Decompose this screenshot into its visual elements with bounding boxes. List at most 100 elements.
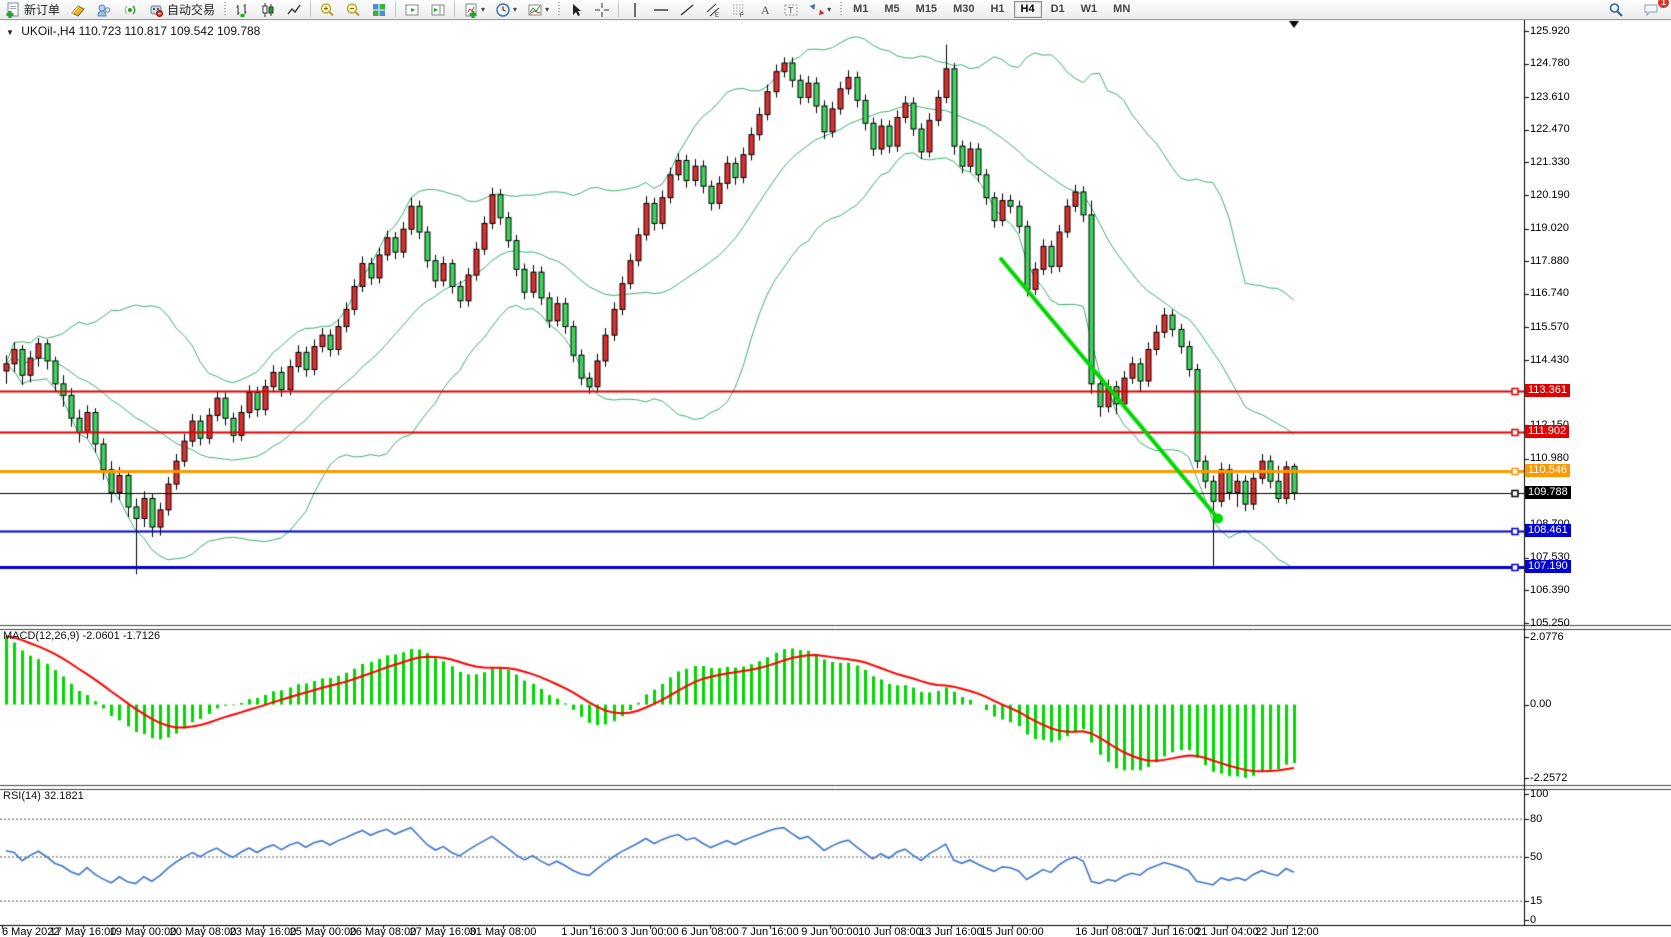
- bar-chart-type-button[interactable]: [230, 0, 254, 19]
- text-label-icon: T: [783, 2, 799, 18]
- time-tick-label: 25 May 00:00: [290, 926, 357, 937]
- time-tick-label: 20 May 08:00: [170, 926, 237, 937]
- price-line-badge: 113.361: [1525, 384, 1570, 397]
- time-tick-label: 7 Jun 16:00: [741, 926, 799, 937]
- templates-button[interactable]: ▾: [523, 0, 553, 19]
- candle-chart-type-button[interactable]: [256, 0, 280, 19]
- channel-tool-button[interactable]: E: [701, 0, 725, 19]
- notifications-button[interactable]: 1: [1639, 0, 1664, 19]
- time-tick-label: 13 Jun 16:00: [919, 926, 983, 937]
- market-watch-button[interactable]: [92, 0, 116, 19]
- autotrade-button[interactable]: 自动交易: [144, 0, 219, 19]
- trendline-icon: [679, 2, 695, 18]
- new-order-icon: [5, 2, 21, 18]
- time-tick-label: 9 Jun 00:00: [801, 926, 859, 937]
- new-order-label: 新订单: [24, 1, 60, 18]
- search-icon: [1608, 2, 1624, 18]
- price-line-badge: 110.546: [1525, 464, 1570, 477]
- price-line-badge: 108.461: [1525, 524, 1571, 537]
- equidistant-channel-icon: E: [705, 2, 721, 18]
- price-tick-label: 122.470: [1530, 123, 1570, 135]
- time-tick-label: 27 May 16:00: [410, 926, 477, 937]
- candlestick-icon: [260, 2, 276, 18]
- timeframe-M5[interactable]: M5: [877, 1, 906, 18]
- timeframe-MN[interactable]: MN: [1106, 1, 1137, 18]
- chart-header[interactable]: ▼ UKOil-,H4 110.723 110.817 109.542 109.…: [6, 24, 260, 38]
- arrows-tool-button[interactable]: ▾: [805, 0, 835, 19]
- toolbar-grip: [556, 2, 561, 17]
- indicator-scale-label: 0: [1530, 914, 1536, 926]
- ledger-button[interactable]: [66, 0, 90, 19]
- toolbar-separator: [310, 2, 311, 17]
- auto-scroll-button[interactable]: [400, 0, 424, 19]
- price-tick-label: 120.190: [1530, 189, 1570, 201]
- indicator-scale-label: 2.0776: [1530, 631, 1564, 643]
- price-tick-label: 105.250: [1530, 617, 1570, 629]
- tile-windows-button[interactable]: [367, 0, 391, 19]
- auto-scroll-icon: [404, 2, 420, 18]
- cursor-arrow-icon: [568, 2, 584, 18]
- fibonacci-tool-button[interactable]: F: [727, 0, 751, 19]
- indicator-scale-label: 100: [1530, 788, 1548, 800]
- price-tick-label: 110.980: [1530, 452, 1569, 464]
- chart-shift-button[interactable]: [426, 0, 450, 19]
- time-tick-label: 21 Jun 04:00: [1195, 926, 1259, 937]
- price-line-badge: 109.788: [1525, 486, 1571, 499]
- vline-tool-button[interactable]: [623, 0, 647, 19]
- dropdown-caret-icon: ▾: [545, 5, 549, 14]
- clock-icon: [495, 2, 511, 18]
- autotrade-label: 自动交易: [167, 1, 215, 18]
- macd-indicator-label: MACD(12,26,9) -2.0601 -1.7126: [3, 630, 160, 642]
- time-tick-label: 26 May 08:00: [350, 926, 417, 937]
- signal-button[interactable]: [118, 0, 142, 19]
- chart-collapse-icon[interactable]: ▼: [6, 28, 14, 37]
- time-tick-label: 17 May 16:00: [50, 926, 117, 937]
- svg-text:F: F: [740, 13, 744, 18]
- zoom-out-icon: [345, 2, 361, 18]
- toolbar-separator: [395, 2, 396, 17]
- indicator-scale-label: 50: [1530, 851, 1542, 863]
- chart-ohlc-values: 110.723 110.817 109.542 109.788: [79, 24, 261, 38]
- timeframe-H4[interactable]: H4: [1014, 1, 1042, 18]
- text-tool-button[interactable]: A: [753, 0, 777, 19]
- time-tick-label: 10 Jun 08:00: [858, 926, 922, 937]
- price-line-badge: 111.902: [1525, 425, 1569, 438]
- indicators-button[interactable]: ▾: [459, 0, 489, 19]
- new-order-button[interactable]: 新订单: [1, 0, 64, 19]
- price-line-badge: 107.190: [1525, 560, 1571, 573]
- timeframe-H1[interactable]: H1: [983, 1, 1011, 18]
- add-indicator-icon: [463, 2, 479, 18]
- indicator-scale-label: 80: [1530, 813, 1542, 825]
- price-tick-label: 114.430: [1530, 354, 1569, 366]
- text-label-tool-button[interactable]: T: [779, 0, 803, 19]
- svg-text:E: E: [715, 13, 719, 18]
- line-chart-type-button[interactable]: [282, 0, 306, 19]
- mt4-window: 新订单 自动交易: [0, 0, 1671, 937]
- horizontal-line-icon: [653, 2, 669, 18]
- timeframe-M1[interactable]: M1: [846, 1, 875, 18]
- cursor-tool-button[interactable]: [564, 0, 588, 19]
- periods-button[interactable]: ▾: [491, 0, 521, 19]
- crosshair-icon: [594, 2, 610, 18]
- timeframe-M30[interactable]: M30: [946, 1, 981, 18]
- time-tick-label: 22 Jun 12:00: [1255, 926, 1319, 937]
- zoom-out-button[interactable]: [341, 0, 365, 19]
- hline-tool-button[interactable]: [649, 0, 673, 19]
- toolbar-separator: [618, 2, 619, 17]
- notification-count-badge: 1: [1658, 0, 1669, 8]
- time-tick-label: 16 Jun 08:00: [1075, 926, 1139, 937]
- crosshair-tool-button[interactable]: [590, 0, 614, 19]
- price-tick-label: 121.330: [1530, 156, 1570, 168]
- bar-chart-icon: [234, 2, 250, 18]
- trendline-tool-button[interactable]: [675, 0, 699, 19]
- timeframe-D1[interactable]: D1: [1044, 1, 1072, 18]
- zoom-in-button[interactable]: [315, 0, 339, 19]
- ledger-icon: [70, 2, 86, 18]
- svg-text:T: T: [788, 5, 794, 15]
- chart-shift-icon: [430, 2, 446, 18]
- toolbar-right-group: 1: [1603, 0, 1665, 19]
- timeframe-W1[interactable]: W1: [1074, 1, 1105, 18]
- price-chart-canvas[interactable]: [0, 0, 1671, 937]
- search-button[interactable]: [1604, 0, 1628, 19]
- timeframe-M15[interactable]: M15: [909, 1, 944, 18]
